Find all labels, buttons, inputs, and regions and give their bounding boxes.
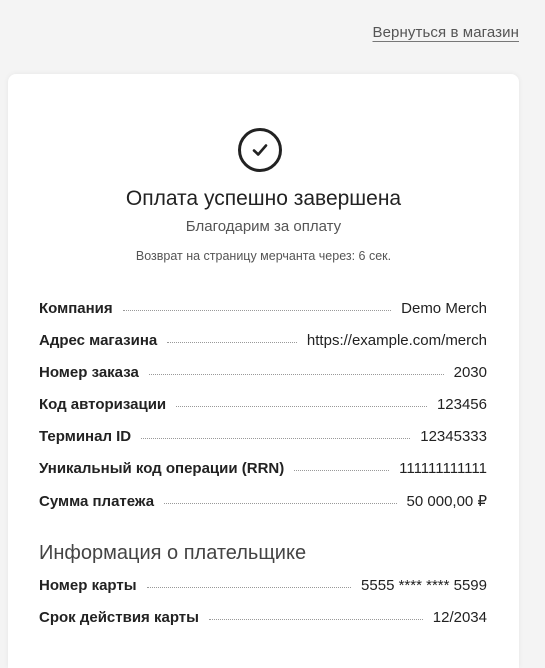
detail-label: Уникальный код операции (RRN) — [39, 460, 285, 477]
detail-label: Адрес магазина — [39, 332, 158, 349]
dot-leader — [208, 619, 423, 620]
payer-section-title: Информация о плательщике — [39, 542, 307, 564]
payment-card: Оплата успешно завершена Благодарим за о… — [8, 74, 519, 668]
detail-row-terminal-id: Терминал ID 12345333 — [39, 428, 487, 460]
status-title: Оплата успешно завершена — [125, 187, 402, 210]
dot-leader — [141, 438, 411, 439]
dot-leader — [164, 503, 397, 504]
detail-row-auth-code: Код авторизации 123456 — [39, 396, 487, 428]
payer-label: Срок действия карты — [39, 609, 199, 626]
detail-row-order-number: Номер заказа 2030 — [39, 364, 487, 396]
payer-value: 5555 **** **** 5599 — [361, 577, 487, 594]
detail-value: Demo Merch — [401, 300, 487, 317]
detail-label: Компания — [39, 300, 113, 317]
dot-leader — [176, 406, 427, 407]
detail-value: 50 000,00 ₽ — [406, 493, 487, 510]
redirect-countdown: Возврат на страницу мерчанта через: 6 се… — [135, 249, 392, 263]
payer-value: 12/2034 — [432, 609, 487, 626]
success-check-icon — [238, 128, 282, 172]
payer-details-list: Номер карты 5555 **** **** 5599 Срок дей… — [39, 577, 487, 641]
detail-value: 2030 — [453, 364, 487, 381]
detail-label: Код авторизации — [39, 396, 167, 413]
detail-label: Терминал ID — [39, 428, 132, 445]
detail-row-shop-address: Адрес магазина https://example.com/merch — [39, 332, 487, 364]
back-to-shop-link[interactable]: Вернуться в магазин — [373, 24, 520, 41]
payment-details-list: Компания Demo Merch Адрес магазина https… — [39, 300, 487, 524]
detail-row-company: Компания Demo Merch — [39, 300, 487, 332]
payment-result-page: Вернуться в магазин Оплата успешно завер… — [0, 0, 545, 668]
detail-label: Сумма платежа — [39, 493, 155, 510]
payer-label: Номер карты — [39, 577, 137, 594]
payer-row-card-expiry: Срок действия карты 12/2034 — [39, 609, 487, 641]
detail-value: 12345333 — [420, 428, 487, 445]
detail-value: https://example.com/merch — [306, 332, 487, 349]
dot-leader — [294, 470, 390, 471]
detail-row-rrn: Уникальный код операции (RRN) 1111111111… — [39, 460, 487, 492]
detail-value: 111111111111 — [399, 460, 487, 477]
dot-leader — [167, 342, 297, 343]
detail-label: Номер заказа — [39, 364, 139, 381]
detail-row-amount: Сумма платежа 50 000,00 ₽ — [39, 492, 487, 524]
dot-leader — [146, 587, 352, 588]
detail-value: 123456 — [436, 396, 487, 413]
dot-leader — [122, 310, 392, 311]
payer-row-card-number: Номер карты 5555 **** **** 5599 — [39, 577, 487, 609]
status-subtitle: Благодарим за оплату — [185, 218, 342, 235]
dot-leader — [148, 374, 444, 375]
